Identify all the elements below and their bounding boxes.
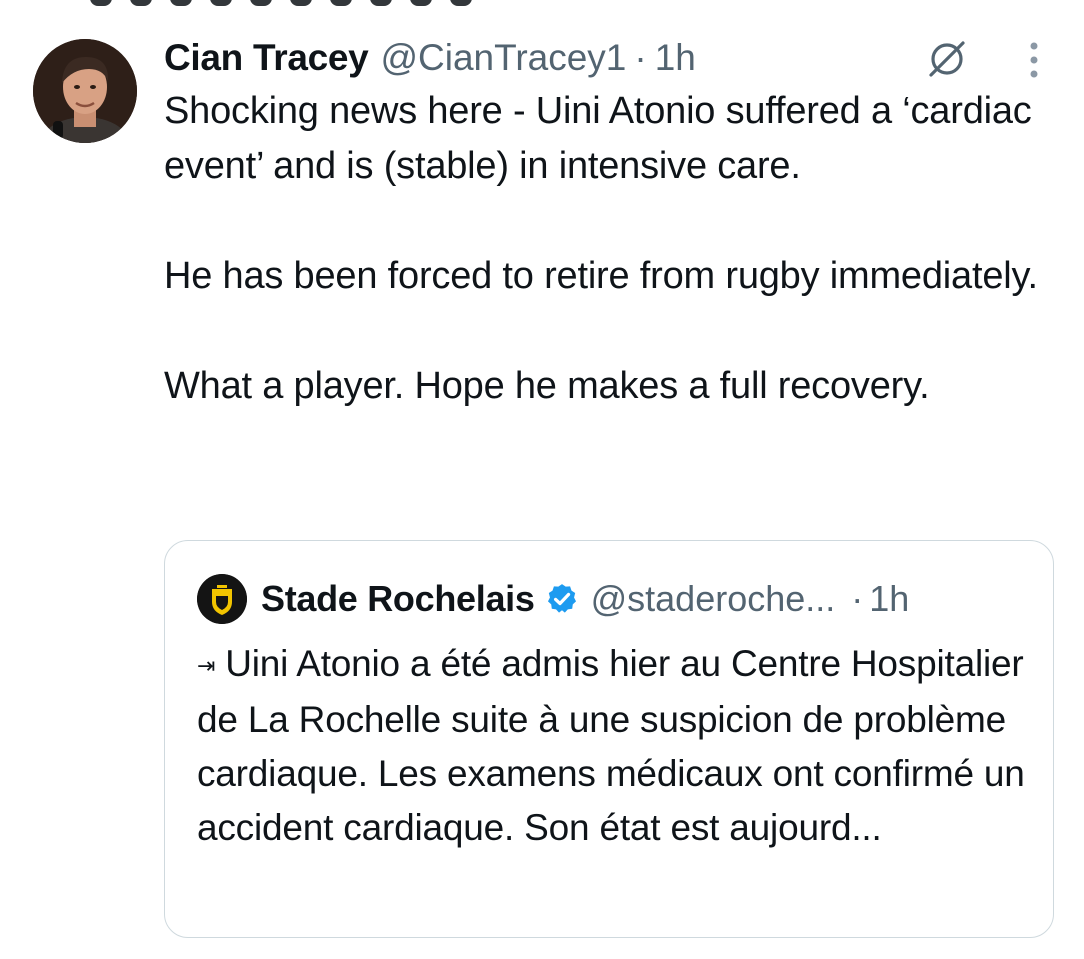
quoted-header-separator: ·	[851, 578, 864, 619]
author-handle[interactable]: @CianTracey1	[380, 37, 626, 79]
right-arrow-to-bar-icon: ⇥	[197, 653, 216, 679]
author-name[interactable]: Cian Tracey	[164, 37, 369, 79]
quoted-tweet-text: ⇥ Uini Atonio a été admis hier au Centre …	[197, 637, 1027, 855]
post-time[interactable]: 1h	[655, 37, 696, 79]
previous-content-fragment	[90, 0, 530, 6]
grok-slash-circle-icon[interactable]	[924, 36, 970, 82]
verified-badge-icon	[547, 584, 576, 613]
quoted-tweet-card[interactable]: Stade Rochelais @staderoche... · 1h ⇥ Uin…	[164, 540, 1054, 938]
tweet-paragraph: Shocking news here - Uini Atonio suffere…	[164, 90, 1032, 187]
quoted-tweet-header: Stade Rochelais @staderoche... · 1h	[197, 573, 909, 625]
tweet-header: Cian Tracey @CianTracey1 · 1h	[164, 34, 696, 82]
quoted-author-name[interactable]: Stade Rochelais	[261, 578, 535, 620]
quoted-author-avatar[interactable]	[197, 574, 247, 624]
quoted-post-time[interactable]: 1h	[869, 578, 909, 620]
author-avatar[interactable]	[33, 39, 137, 143]
quoted-text-body: Uini Atonio a été admis hier au Centre H…	[197, 643, 1025, 849]
vertical-dots-icon[interactable]	[1022, 38, 1046, 82]
tweet-paragraph: He has been forced to retire from rugby …	[164, 255, 1038, 297]
tweet-paragraph: What a player. Hope he makes a full reco…	[164, 365, 930, 407]
header-separator: ·	[634, 37, 647, 78]
quoted-author-handle[interactable]: @staderoche...	[591, 578, 836, 620]
tweet-text: Shocking news here - Uini Atonio suffere…	[164, 84, 1054, 414]
